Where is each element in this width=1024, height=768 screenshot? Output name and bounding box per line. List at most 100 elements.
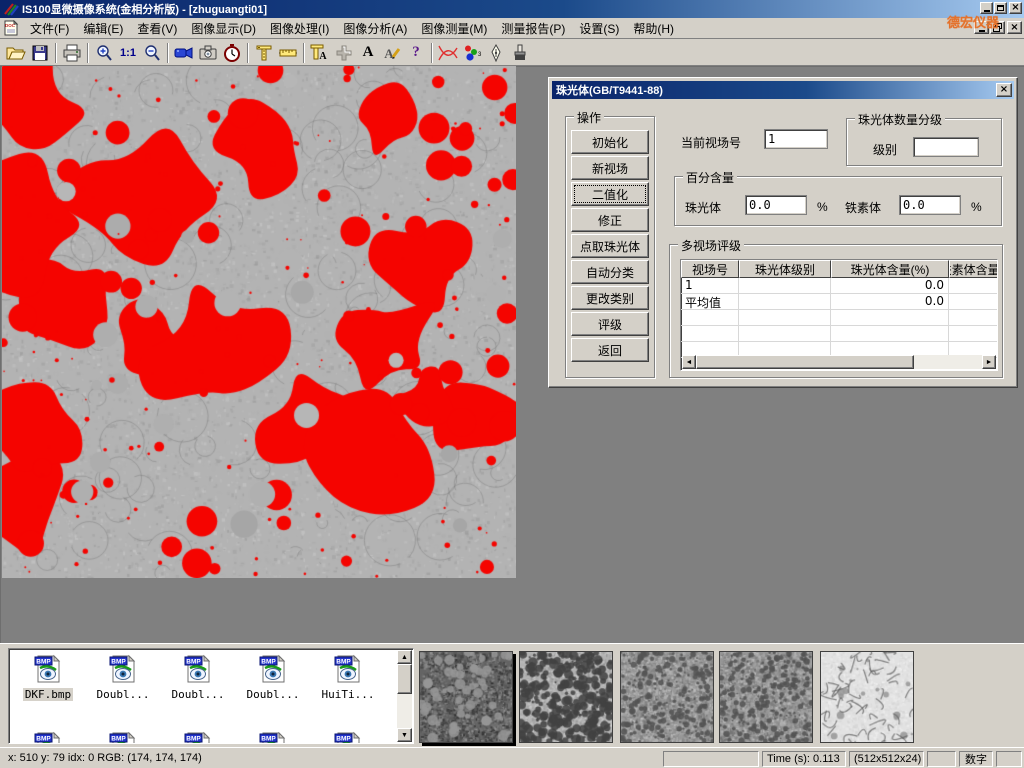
bmp-file-icon xyxy=(183,654,213,684)
scrollbar-thumb[interactable] xyxy=(397,664,412,694)
print-button[interactable] xyxy=(60,42,84,64)
file-list-panel[interactable]: DKF.bmp Doubl... Doubl... Doubl... HuiTi… xyxy=(8,648,414,744)
file-list-scrollbar[interactable]: ▲ ▼ xyxy=(397,650,412,742)
scroll-left-button[interactable]: ◄ xyxy=(682,355,696,369)
window-close-button[interactable]: × xyxy=(1009,2,1022,14)
file-item[interactable] xyxy=(162,731,234,744)
pearlite-percent-input[interactable] xyxy=(745,195,807,215)
pearlite-dialog[interactable]: 珠光体(GB/T9441-88) × 操作 初始化 新视场 二值化 修正 点取珠… xyxy=(548,77,1018,388)
status-panel-empty xyxy=(996,751,1022,767)
menu-image-display[interactable]: 图像显示(D) xyxy=(184,18,263,39)
col-pearlite-pct[interactable]: 珠光体含量(%) xyxy=(831,260,949,278)
file-item[interactable] xyxy=(312,731,384,744)
caliper-icon xyxy=(255,44,273,62)
ferrite-percent-input[interactable] xyxy=(899,195,961,215)
file-name[interactable]: Doubl... xyxy=(245,688,302,701)
file-item[interactable] xyxy=(87,731,159,744)
change-class-button[interactable]: 更改类别 xyxy=(571,286,649,310)
new-field-button[interactable]: 新视场 xyxy=(571,156,649,180)
file-item[interactable] xyxy=(12,731,84,744)
grid-tool-button[interactable] xyxy=(332,42,356,64)
menu-help[interactable]: 帮助(H) xyxy=(626,18,681,39)
scroll-down-button[interactable]: ▼ xyxy=(397,728,412,742)
actual-size-button[interactable]: 1:1 xyxy=(116,42,140,64)
menu-view[interactable]: 查看(V) xyxy=(130,18,184,39)
pick-pearlite-button[interactable]: 点取珠光体 xyxy=(571,234,649,258)
ruler-button[interactable] xyxy=(276,42,300,64)
window-title-bar[interactable]: IS100显微摄像系统(金相分析版) - [zhuguangti01] × xyxy=(0,0,1024,18)
application-window: BMP IS100显微摄像系统(金相分析版) - [zhuguangti01] … xyxy=(0,0,1024,768)
menu-edit[interactable]: 编辑(E) xyxy=(76,18,130,39)
file-name[interactable]: Doubl... xyxy=(170,688,227,701)
thumbnail-4[interactable] xyxy=(719,651,813,743)
timer-button[interactable] xyxy=(220,42,244,64)
menu-image-measure[interactable]: 图像测量(M) xyxy=(414,18,494,39)
dialog-title-bar[interactable]: 珠光体(GB/T9441-88) × xyxy=(552,81,1014,99)
auto-classify-button[interactable]: 自动分类 xyxy=(571,260,649,284)
file-name[interactable]: DKF.bmp xyxy=(23,688,73,701)
thumbnail-2[interactable] xyxy=(519,651,613,743)
scroll-right-button[interactable]: ► xyxy=(982,355,996,369)
letter-a-icon: A xyxy=(363,44,374,61)
file-item[interactable] xyxy=(237,731,309,744)
menu-image-analysis[interactable]: 图像分析(A) xyxy=(336,18,414,39)
current-field-input[interactable] xyxy=(764,129,828,149)
video-camera-icon xyxy=(174,45,194,61)
thumbnail-1[interactable] xyxy=(419,651,513,743)
dialog-close-button[interactable]: × xyxy=(996,83,1012,97)
binarize-button[interactable]: 二值化 xyxy=(571,182,649,206)
col-pearlite-grade[interactable]: 珠光体级别 xyxy=(739,260,831,278)
thumbnail-5[interactable] xyxy=(820,651,914,743)
file-item[interactable]: Doubl... xyxy=(162,654,234,701)
percent-group: 百分含量 珠光体 % 铁素体 % xyxy=(674,176,1002,226)
current-field-label: 当前视场号 xyxy=(681,134,741,151)
metallographic-image-view[interactable] xyxy=(2,66,516,578)
pen-tool-button[interactable] xyxy=(484,42,508,64)
caliper-measure-button[interactable] xyxy=(252,42,276,64)
help-button[interactable]: ? xyxy=(404,42,428,64)
zoom-in-icon xyxy=(95,44,113,62)
app-logo-icon xyxy=(3,2,19,16)
table-row[interactable]: 平均值 0.0 xyxy=(681,294,997,310)
file-name[interactable]: HuiTi... xyxy=(320,688,377,701)
thumbnail-3[interactable] xyxy=(620,651,714,743)
table-horizontal-scrollbar[interactable]: ◄ ► xyxy=(682,355,996,369)
snapshot-button[interactable] xyxy=(196,42,220,64)
child-close-button[interactable]: × xyxy=(1007,21,1022,34)
text-tool-button[interactable]: A xyxy=(356,42,380,64)
return-button[interactable]: 返回 xyxy=(571,338,649,362)
col-ferrite-pct[interactable]: 铁素体含量(%) xyxy=(949,260,998,278)
ferrite-percent-sign: % xyxy=(971,200,982,214)
zoom-out-button[interactable] xyxy=(140,42,164,64)
correct-button[interactable]: 修正 xyxy=(571,208,649,232)
file-item[interactable]: Doubl... xyxy=(237,654,309,701)
file-item[interactable]: DKF.bmp xyxy=(12,654,84,701)
phase-classify-button[interactable]: 3 xyxy=(460,42,484,64)
video-capture-button[interactable] xyxy=(172,42,196,64)
open-folder-icon xyxy=(6,44,26,62)
zoom-in-button[interactable] xyxy=(92,42,116,64)
percent-group-label: 百分含量 xyxy=(683,169,737,186)
status-size-panel: (512x512x24) xyxy=(849,751,924,767)
file-item[interactable]: Doubl... xyxy=(87,654,159,701)
menu-settings[interactable]: 设置(S) xyxy=(572,18,626,39)
text-edit-button[interactable]: A xyxy=(380,42,404,64)
menu-file[interactable]: 文件(F) xyxy=(23,18,76,39)
multifield-table[interactable]: 视场号 珠光体级别 珠光体含量(%) 铁素体含量(%) 1 0.0 平均值 0.… xyxy=(680,259,998,371)
file-item[interactable]: HuiTi... xyxy=(312,654,384,701)
brush-tool-button[interactable] xyxy=(508,42,532,64)
scrollbar-thumb[interactable] xyxy=(696,355,914,369)
curve-tool-button[interactable] xyxy=(436,42,460,64)
file-name[interactable]: Doubl... xyxy=(95,688,152,701)
measure-annotate-button[interactable]: A xyxy=(308,42,332,64)
save-button[interactable] xyxy=(28,42,52,64)
grade-input[interactable] xyxy=(913,137,979,157)
menu-image-processing[interactable]: 图像处理(I) xyxy=(263,18,336,39)
menu-measure-report[interactable]: 测量报告(P) xyxy=(494,18,572,39)
table-row[interactable]: 1 0.0 xyxy=(681,278,997,294)
initialize-button[interactable]: 初始化 xyxy=(571,130,649,154)
col-field-number[interactable]: 视场号 xyxy=(681,260,739,278)
scroll-up-button[interactable]: ▲ xyxy=(397,650,412,664)
open-file-button[interactable] xyxy=(4,42,28,64)
grade-button[interactable]: 评级 xyxy=(571,312,649,336)
